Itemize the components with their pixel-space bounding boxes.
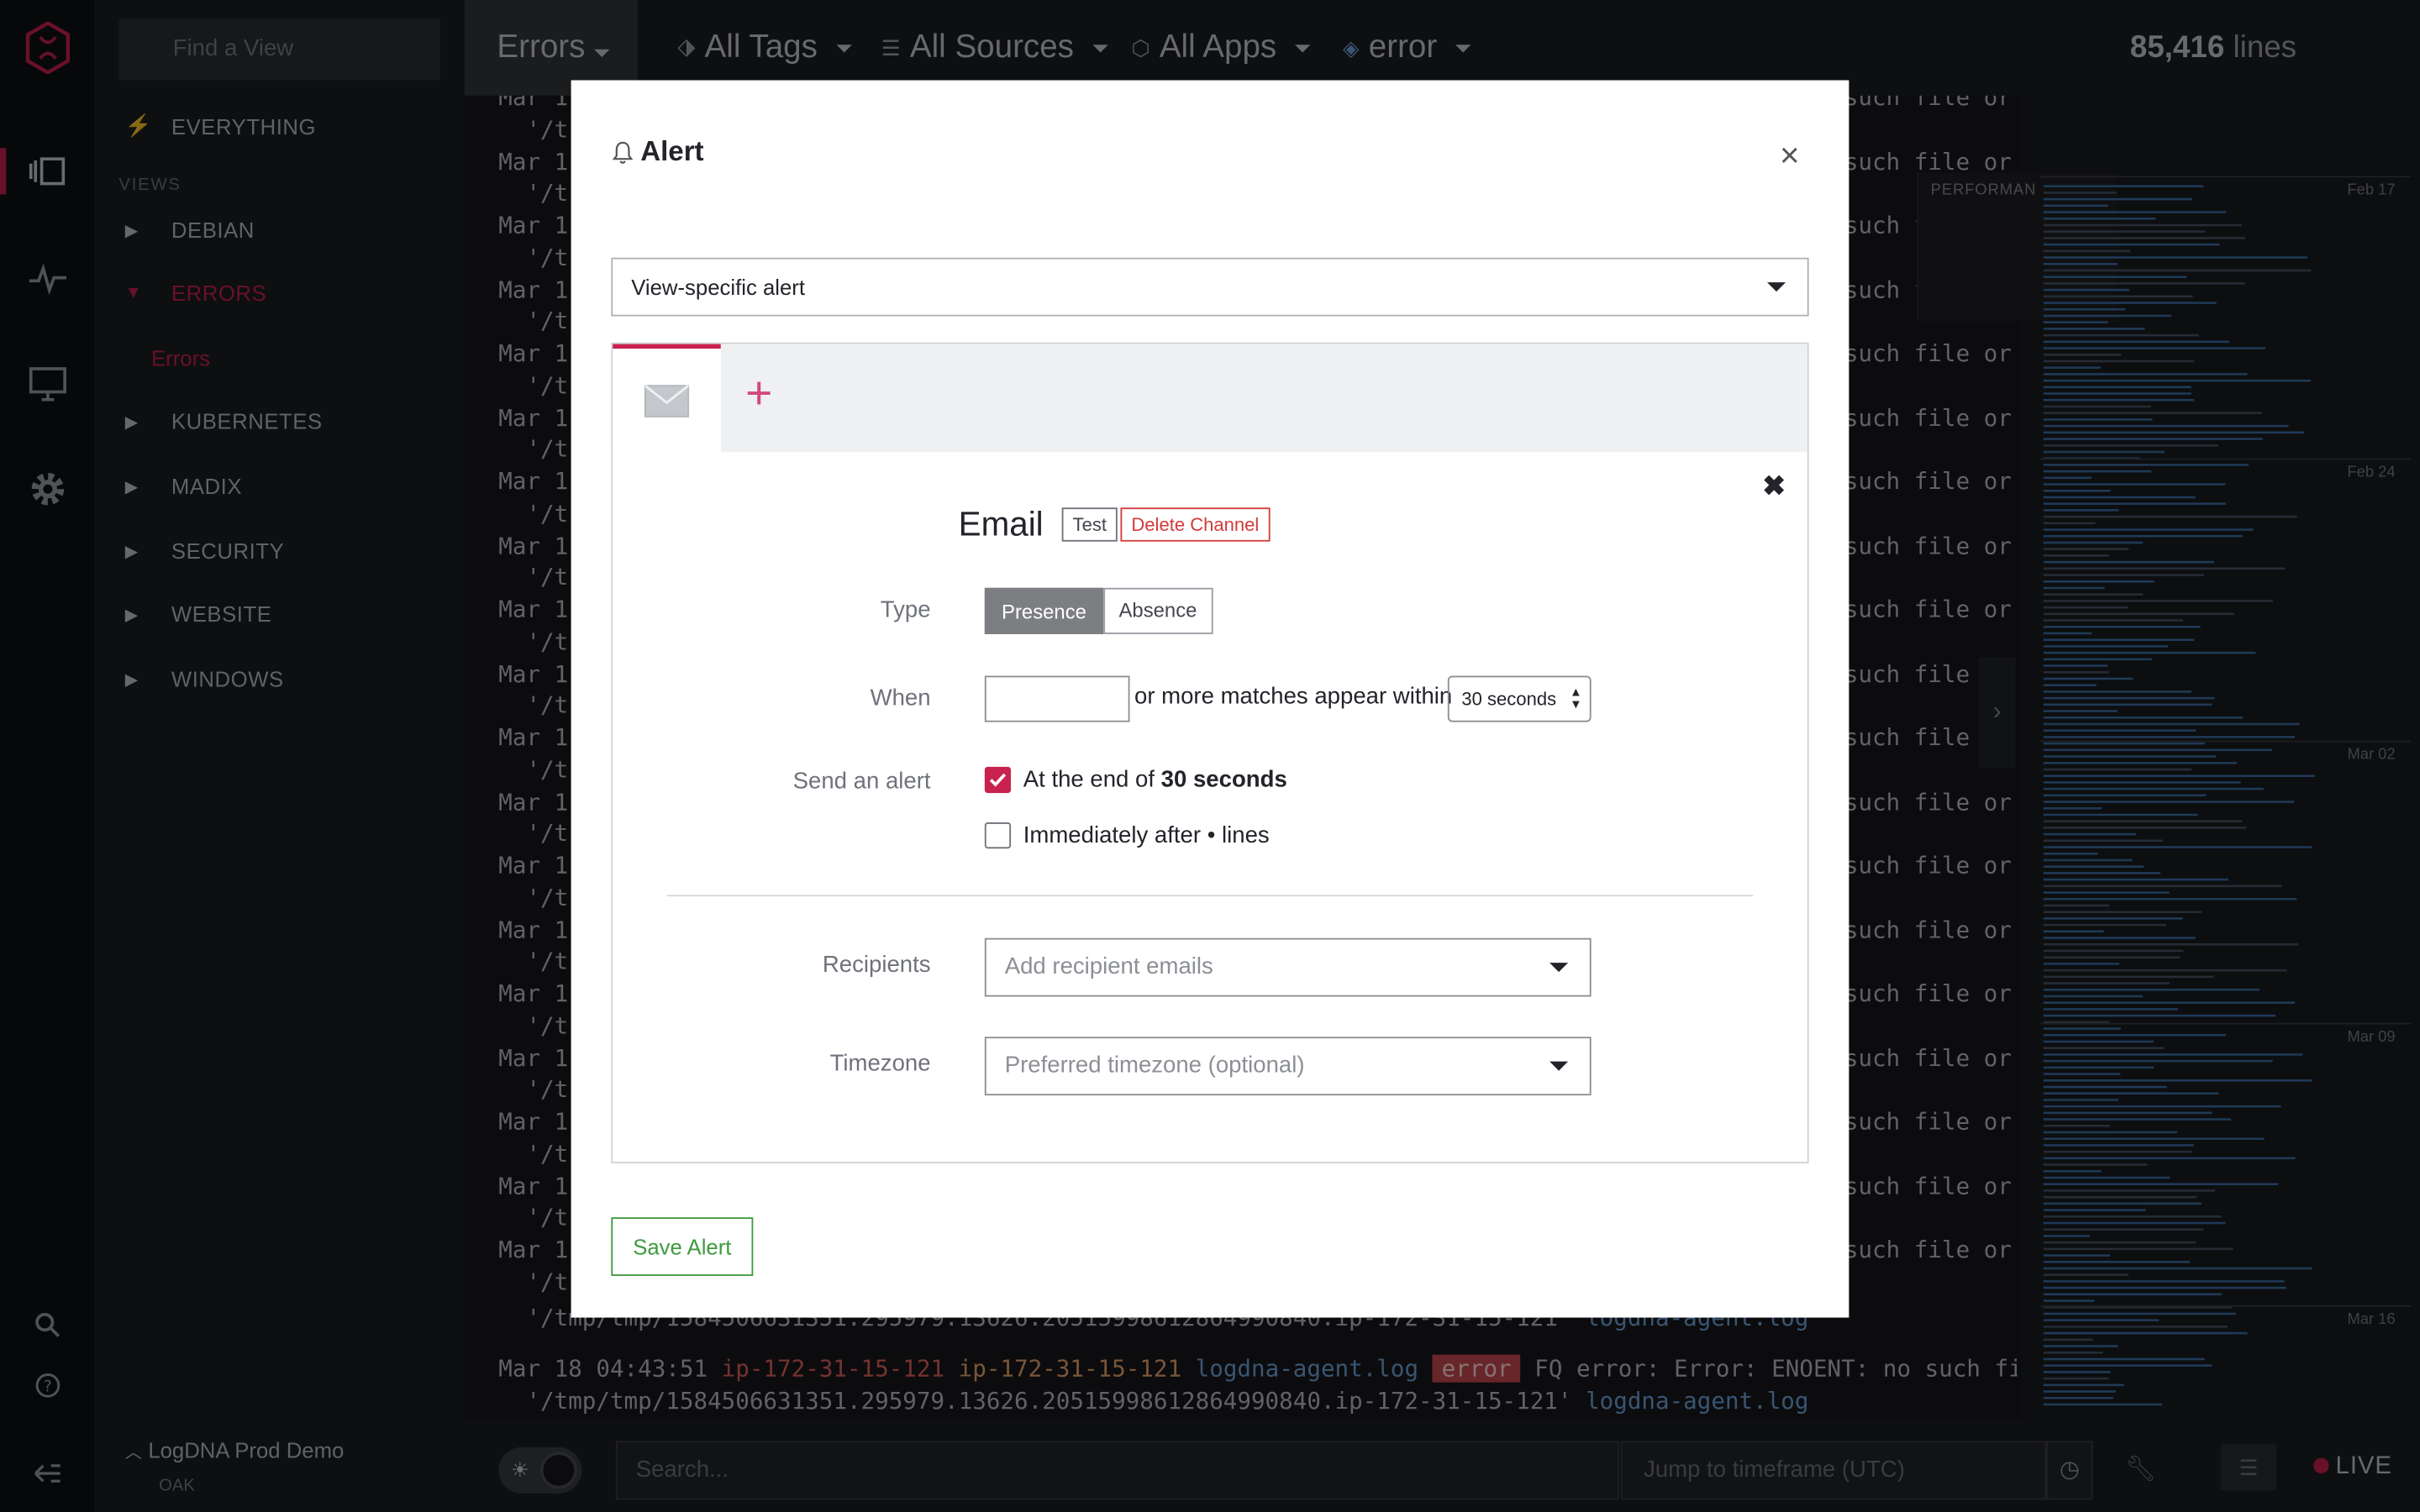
type-toggle: Presence Absence — [984, 587, 1213, 634]
send-alert-label: Send an alert — [792, 768, 931, 795]
checkbox-unchecked[interactable] — [984, 822, 1012, 849]
save-alert-button[interactable]: Save Alert — [611, 1217, 754, 1276]
timezone-label: Timezone — [829, 1050, 931, 1078]
option-end-of-period[interactable]: At the end of 30 seconds — [984, 766, 1287, 794]
alert-modal: Alert × View-specific alert + ✖ Email Te… — [571, 80, 1849, 1318]
modal-title: Alert — [611, 136, 704, 169]
type-label: Type — [880, 596, 931, 624]
within-select[interactable]: 30 seconds ▲ ▼ — [1447, 675, 1591, 722]
divider — [666, 895, 1754, 897]
channel-tabs: + — [613, 344, 1807, 453]
delete-channel-button[interactable]: Delete Channel — [1120, 507, 1270, 542]
chevron-down-icon — [1767, 282, 1786, 292]
absence-button[interactable]: Absence — [1103, 587, 1213, 634]
stepper-icon: ▲ ▼ — [1570, 685, 1582, 711]
presence-button[interactable]: Presence — [984, 587, 1104, 634]
chevron-down-icon — [1549, 1061, 1569, 1071]
channel-title: Email — [958, 504, 1044, 543]
check-icon — [989, 773, 1007, 787]
channel-header: Email Test Delete Channel — [959, 505, 1270, 545]
match-count-input[interactable] — [984, 675, 1130, 722]
close-icon[interactable]: × — [1780, 136, 1800, 176]
envelope-icon — [644, 384, 690, 417]
chevron-down-icon — [1549, 963, 1569, 973]
channel-panel: + ✖ Email Test Delete Channel Type Prese… — [611, 342, 1809, 1163]
alert-type-select[interactable]: View-specific alert — [611, 257, 1809, 317]
checkbox-checked[interactable] — [984, 766, 1012, 794]
test-button[interactable]: Test — [1061, 507, 1118, 542]
when-description: or more matches appear within — [1134, 683, 1453, 710]
option-immediately[interactable]: Immediately after • lines — [984, 822, 1270, 849]
timezone-select[interactable]: Preferred timezone (optional) — [984, 1037, 1591, 1096]
add-channel-icon[interactable]: + — [745, 369, 772, 421]
tab-email-channel[interactable] — [613, 344, 721, 453]
when-label: When — [870, 685, 931, 711]
recipients-label: Recipients — [822, 952, 931, 979]
recipients-select[interactable]: Add recipient emails — [984, 937, 1591, 997]
bell-icon — [612, 140, 634, 163]
remove-channel-icon[interactable]: ✖ — [1762, 470, 1786, 503]
